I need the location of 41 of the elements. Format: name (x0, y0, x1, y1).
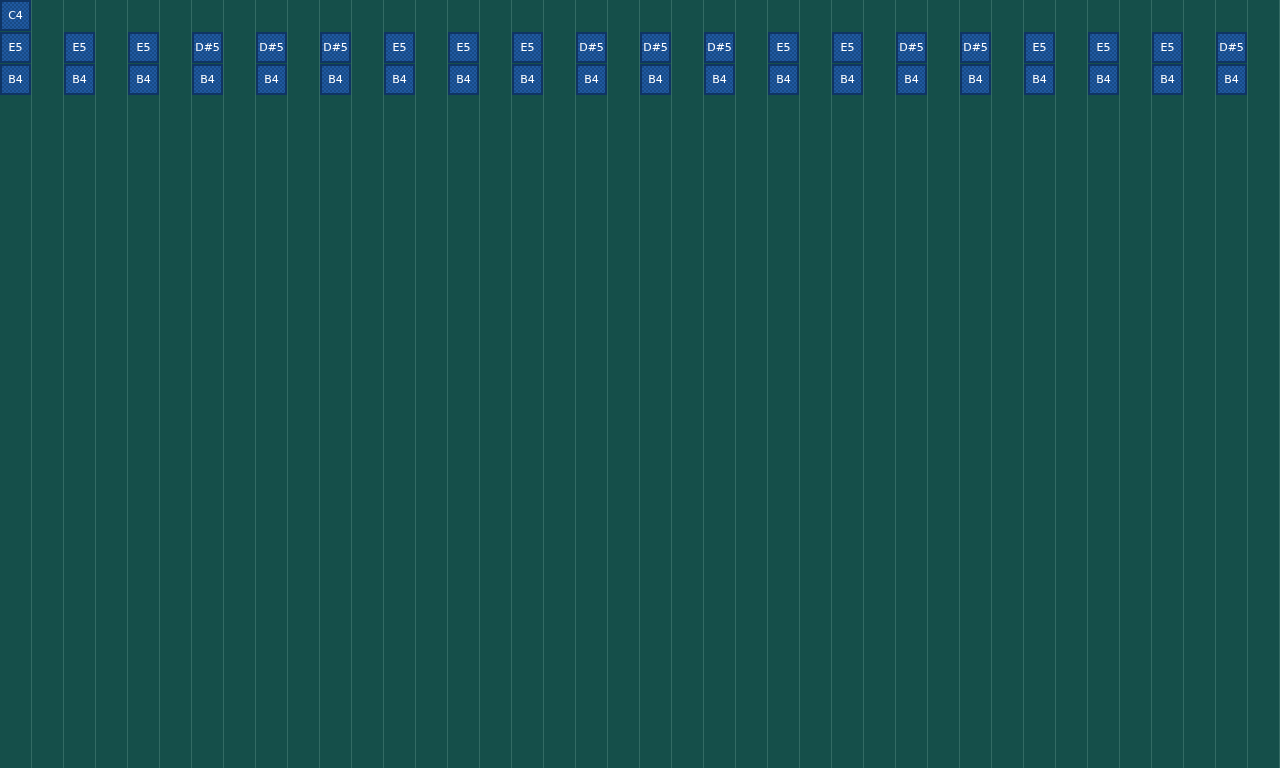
note-block[interactable]: B4 (512, 64, 543, 95)
note-block[interactable]: D#5 (192, 32, 223, 63)
note-block[interactable]: B4 (832, 64, 863, 95)
note-block[interactable]: D#5 (1216, 32, 1247, 63)
note-block[interactable]: D#5 (320, 32, 351, 63)
note-block[interactable]: E5 (1024, 32, 1055, 63)
note-block[interactable]: B4 (256, 64, 287, 95)
note-block[interactable]: B4 (128, 64, 159, 95)
note-block[interactable]: E5 (64, 32, 95, 63)
note-block[interactable]: B4 (192, 64, 223, 95)
note-block[interactable]: D#5 (576, 32, 607, 63)
note-block[interactable]: B4 (640, 64, 671, 95)
note-block[interactable]: E5 (1152, 32, 1183, 63)
note-block[interactable]: E5 (384, 32, 415, 63)
note-block[interactable]: E5 (1088, 32, 1119, 63)
note-block[interactable]: D#5 (896, 32, 927, 63)
note-block[interactable]: E5 (128, 32, 159, 63)
note-block[interactable]: D#5 (640, 32, 671, 63)
note-block[interactable]: B4 (1024, 64, 1055, 95)
note-block[interactable]: C4 (0, 0, 31, 31)
note-block[interactable]: B4 (960, 64, 991, 95)
note-block[interactable]: E5 (832, 32, 863, 63)
note-block[interactable]: D#5 (256, 32, 287, 63)
note-block[interactable]: D#5 (704, 32, 735, 63)
note-block[interactable]: B4 (896, 64, 927, 95)
note-block[interactable]: E5 (768, 32, 799, 63)
note-block[interactable]: B4 (0, 64, 31, 95)
note-block[interactable]: B4 (704, 64, 735, 95)
note-block[interactable]: E5 (512, 32, 543, 63)
note-block[interactable]: B4 (576, 64, 607, 95)
note-block[interactable]: E5 (0, 32, 31, 63)
note-block[interactable]: B4 (384, 64, 415, 95)
note-block[interactable]: B4 (1088, 64, 1119, 95)
note-block[interactable]: E5 (448, 32, 479, 63)
note-block[interactable]: B4 (1216, 64, 1247, 95)
note-block[interactable]: B4 (64, 64, 95, 95)
note-block[interactable]: B4 (1152, 64, 1183, 95)
note-block[interactable]: B4 (768, 64, 799, 95)
note-block[interactable]: B4 (448, 64, 479, 95)
note-block[interactable]: B4 (320, 64, 351, 95)
note-block[interactable]: D#5 (960, 32, 991, 63)
